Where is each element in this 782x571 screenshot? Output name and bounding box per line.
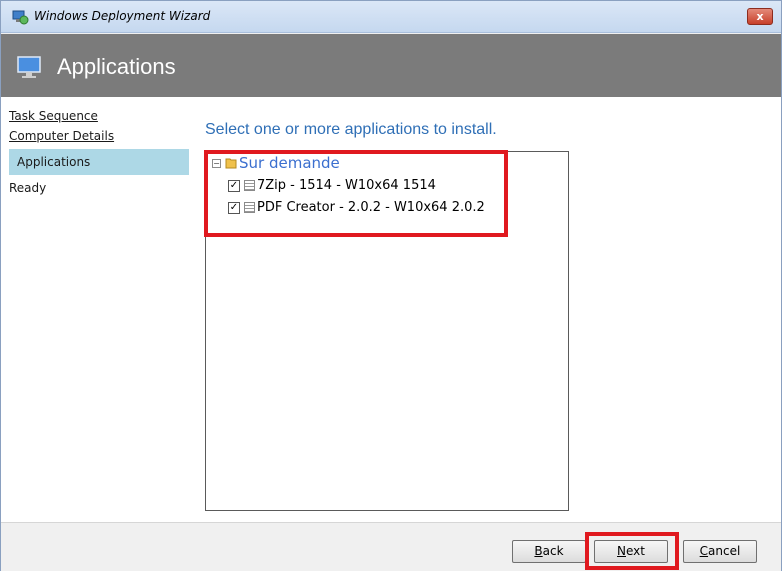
tree-root-label: Sur demande <box>239 154 340 172</box>
tree-item-label: 7Zip - 1514 - W10x64 1514 <box>257 178 436 193</box>
tree-root-node[interactable]: − Sur demande <box>212 154 340 172</box>
sidebar-item-task-sequence[interactable]: Task Sequence <box>9 109 189 123</box>
application-icon <box>244 180 255 191</box>
header-banner: Applications <box>1 34 781 97</box>
tree-item-label: PDF Creator - 2.0.2 - W10x64 2.0.2 <box>257 200 485 215</box>
cancel-button[interactable]: Cancel <box>683 540 757 563</box>
checkbox-pdf-creator[interactable]: ✓ <box>228 201 240 214</box>
collapse-icon[interactable]: − <box>212 158 221 168</box>
next-button[interactable]: Next <box>594 540 668 563</box>
checkbox-7zip[interactable]: ✓ <box>228 179 240 192</box>
applications-tree[interactable]: − Sur demande ✓ 7Zip - 1514 - W10x64 1514… <box>205 151 569 511</box>
tree-item[interactable]: ✓ 7Zip - 1514 - W10x64 1514 <box>228 178 436 193</box>
wizard-window: Windows Deployment Wizard x Applications… <box>0 0 782 571</box>
folder-icon <box>225 158 237 169</box>
title-bar[interactable]: Windows Deployment Wizard x <box>1 1 781 33</box>
wizard-body: Task Sequence Computer Details Applicati… <box>1 97 781 522</box>
cancel-accel: C <box>699 544 709 558</box>
application-icon <box>244 202 255 213</box>
page-title: Applications <box>57 54 176 79</box>
wizard-footer: Back Next Cancel <box>1 522 781 571</box>
section-heading: Select one or more applications to insta… <box>205 121 497 138</box>
next-label: ext <box>626 544 645 558</box>
cancel-label: ancel <box>708 544 741 558</box>
back-label: ack <box>542 544 564 558</box>
next-accel: N <box>617 544 626 558</box>
monitor-icon <box>17 56 41 78</box>
close-button[interactable]: x <box>747 8 773 25</box>
tree-item[interactable]: ✓ PDF Creator - 2.0.2 - W10x64 2.0.2 <box>228 200 485 215</box>
sidebar-item-computer-details[interactable]: Computer Details <box>9 129 189 143</box>
back-button[interactable]: Back <box>512 540 586 563</box>
sidebar-item-ready: Ready <box>9 181 47 195</box>
sidebar-item-applications[interactable]: Applications <box>9 149 189 175</box>
window-title: Windows Deployment Wizard <box>34 9 211 23</box>
app-icon <box>12 10 29 25</box>
back-accel: B <box>534 544 543 558</box>
